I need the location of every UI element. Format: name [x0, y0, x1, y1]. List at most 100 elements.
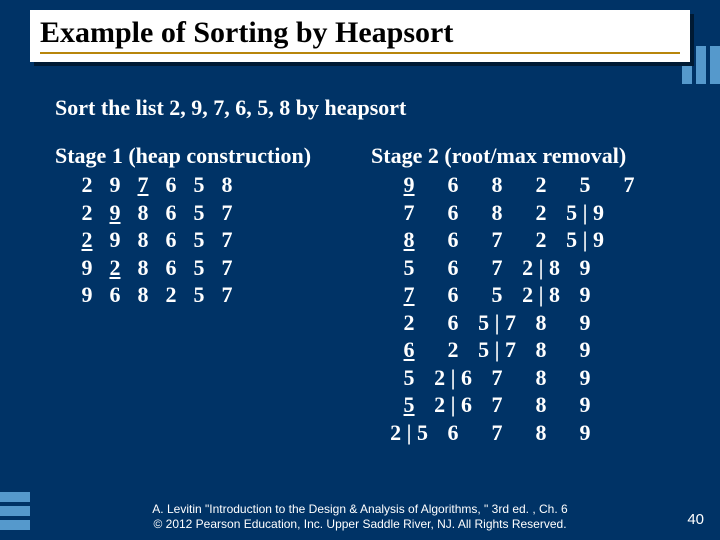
- data-cell: 5: [185, 199, 213, 227]
- data-cell: 2: [101, 254, 129, 282]
- data-cell: 5 | 7: [475, 309, 519, 337]
- data-cell: 2: [73, 171, 101, 199]
- data-cell: 2: [519, 199, 563, 227]
- stage1-heading: Stage 1 (heap construction): [55, 143, 311, 169]
- data-cell: 2 | 6: [431, 364, 475, 392]
- data-cell: 7: [213, 254, 241, 282]
- data-row: 52 | 6789: [371, 391, 651, 419]
- data-cell: 7: [475, 391, 519, 419]
- data-row: 5672 | 89: [371, 254, 651, 282]
- data-cell: 2: [73, 226, 101, 254]
- columns: Stage 1 (heap construction) 297658298657…: [55, 143, 695, 446]
- data-row: 928657: [55, 254, 311, 282]
- page-number: 40: [687, 511, 704, 528]
- data-cell: 2: [157, 281, 185, 309]
- footer: A. Levitin "Introduction to the Design &…: [0, 502, 720, 532]
- data-cell: 7: [213, 281, 241, 309]
- stage1-column: Stage 1 (heap construction) 297658298657…: [55, 143, 311, 446]
- data-cell: 2 | 8: [519, 254, 563, 282]
- data-cell: 9: [563, 364, 607, 392]
- data-cell: 6: [387, 336, 431, 364]
- data-cell: 6: [157, 171, 185, 199]
- data-cell: 6: [431, 254, 475, 282]
- data-cell: 9: [101, 171, 129, 199]
- data-row: 76825 | 9: [371, 199, 651, 227]
- data-row: 86725 | 9: [371, 226, 651, 254]
- footer-line-1: A. Levitin "Introduction to the Design &…: [0, 502, 720, 517]
- data-cell: 2 | 6: [431, 391, 475, 419]
- stage1-rows: 297658298657298657928657968257: [55, 171, 311, 309]
- data-cell: 9: [101, 199, 129, 227]
- data-cell: 2 | 8: [519, 281, 563, 309]
- data-cell: 5: [185, 254, 213, 282]
- data-cell: 8: [387, 226, 431, 254]
- data-cell: 6: [431, 309, 475, 337]
- data-cell: 2: [73, 199, 101, 227]
- data-cell: 9: [563, 281, 607, 309]
- data-cell: 8: [519, 336, 563, 364]
- stage2-column: Stage 2 (root/max removal) 96825776825 |…: [359, 143, 651, 446]
- data-row: 298657: [55, 226, 311, 254]
- data-cell: 7: [129, 171, 157, 199]
- data-cell: 9: [101, 226, 129, 254]
- data-cell: 2 | 5: [387, 419, 431, 447]
- data-cell: 8: [519, 309, 563, 337]
- data-cell: 6: [157, 199, 185, 227]
- title-box: Example of Sorting by Heapsort: [30, 10, 690, 62]
- data-cell: 6: [431, 171, 475, 199]
- slide: Example of Sorting by Heapsort Sort the …: [0, 0, 720, 540]
- data-row: 265 | 789: [371, 309, 651, 337]
- data-cell: 9: [563, 419, 607, 447]
- data-cell: 5 | 9: [563, 226, 607, 254]
- data-row: 7652 | 89: [371, 281, 651, 309]
- data-cell: 6: [101, 281, 129, 309]
- data-cell: 7: [387, 281, 431, 309]
- data-cell: 2: [431, 336, 475, 364]
- slide-title: Example of Sorting by Heapsort: [40, 16, 680, 50]
- stage2-heading: Stage 2 (root/max removal): [371, 143, 651, 169]
- data-cell: 6: [431, 281, 475, 309]
- data-cell: 5: [387, 364, 431, 392]
- data-cell: 9: [563, 309, 607, 337]
- data-cell: 8: [213, 171, 241, 199]
- data-cell: 9: [563, 336, 607, 364]
- data-cell: 7: [387, 199, 431, 227]
- data-cell: 6: [431, 199, 475, 227]
- data-cell: 8: [129, 199, 157, 227]
- data-cell: 2: [387, 309, 431, 337]
- data-cell: 6: [431, 226, 475, 254]
- data-cell: 7: [475, 254, 519, 282]
- data-cell: 8: [475, 199, 519, 227]
- data-cell: 7: [607, 171, 651, 199]
- prompt-text: Sort the list 2, 9, 7, 6, 5, 8 by heapso…: [55, 95, 695, 121]
- data-cell: 6: [157, 254, 185, 282]
- data-cell: 5 | 9: [563, 199, 607, 227]
- stage2-rows: 96825776825 | 986725 | 95672 | 897652 | …: [371, 171, 651, 446]
- data-row: 2 | 56789: [371, 419, 651, 447]
- data-row: 297658: [55, 171, 311, 199]
- slide-body: Sort the list 2, 9, 7, 6, 5, 8 by heapso…: [55, 95, 695, 446]
- data-cell: 5: [475, 281, 519, 309]
- data-cell: 8: [129, 254, 157, 282]
- data-cell: 6: [431, 419, 475, 447]
- data-row: 968257: [371, 171, 651, 199]
- data-cell: 7: [213, 226, 241, 254]
- data-cell: 9: [73, 254, 101, 282]
- decoration-stripes-bottom: [0, 488, 30, 530]
- title-underline: [40, 52, 680, 54]
- data-cell: 5: [185, 171, 213, 199]
- data-cell: 8: [519, 391, 563, 419]
- data-cell: 5: [387, 254, 431, 282]
- data-cell: 5 | 7: [475, 336, 519, 364]
- data-cell: 5: [387, 391, 431, 419]
- data-row: 625 | 789: [371, 336, 651, 364]
- data-cell: 8: [129, 281, 157, 309]
- data-cell: 8: [519, 364, 563, 392]
- data-cell: 5: [563, 171, 607, 199]
- data-cell: 8: [129, 226, 157, 254]
- data-cell: 7: [213, 199, 241, 227]
- data-row: 52 | 6789: [371, 364, 651, 392]
- data-cell: 5: [185, 281, 213, 309]
- data-cell: 2: [519, 226, 563, 254]
- data-cell: 8: [519, 419, 563, 447]
